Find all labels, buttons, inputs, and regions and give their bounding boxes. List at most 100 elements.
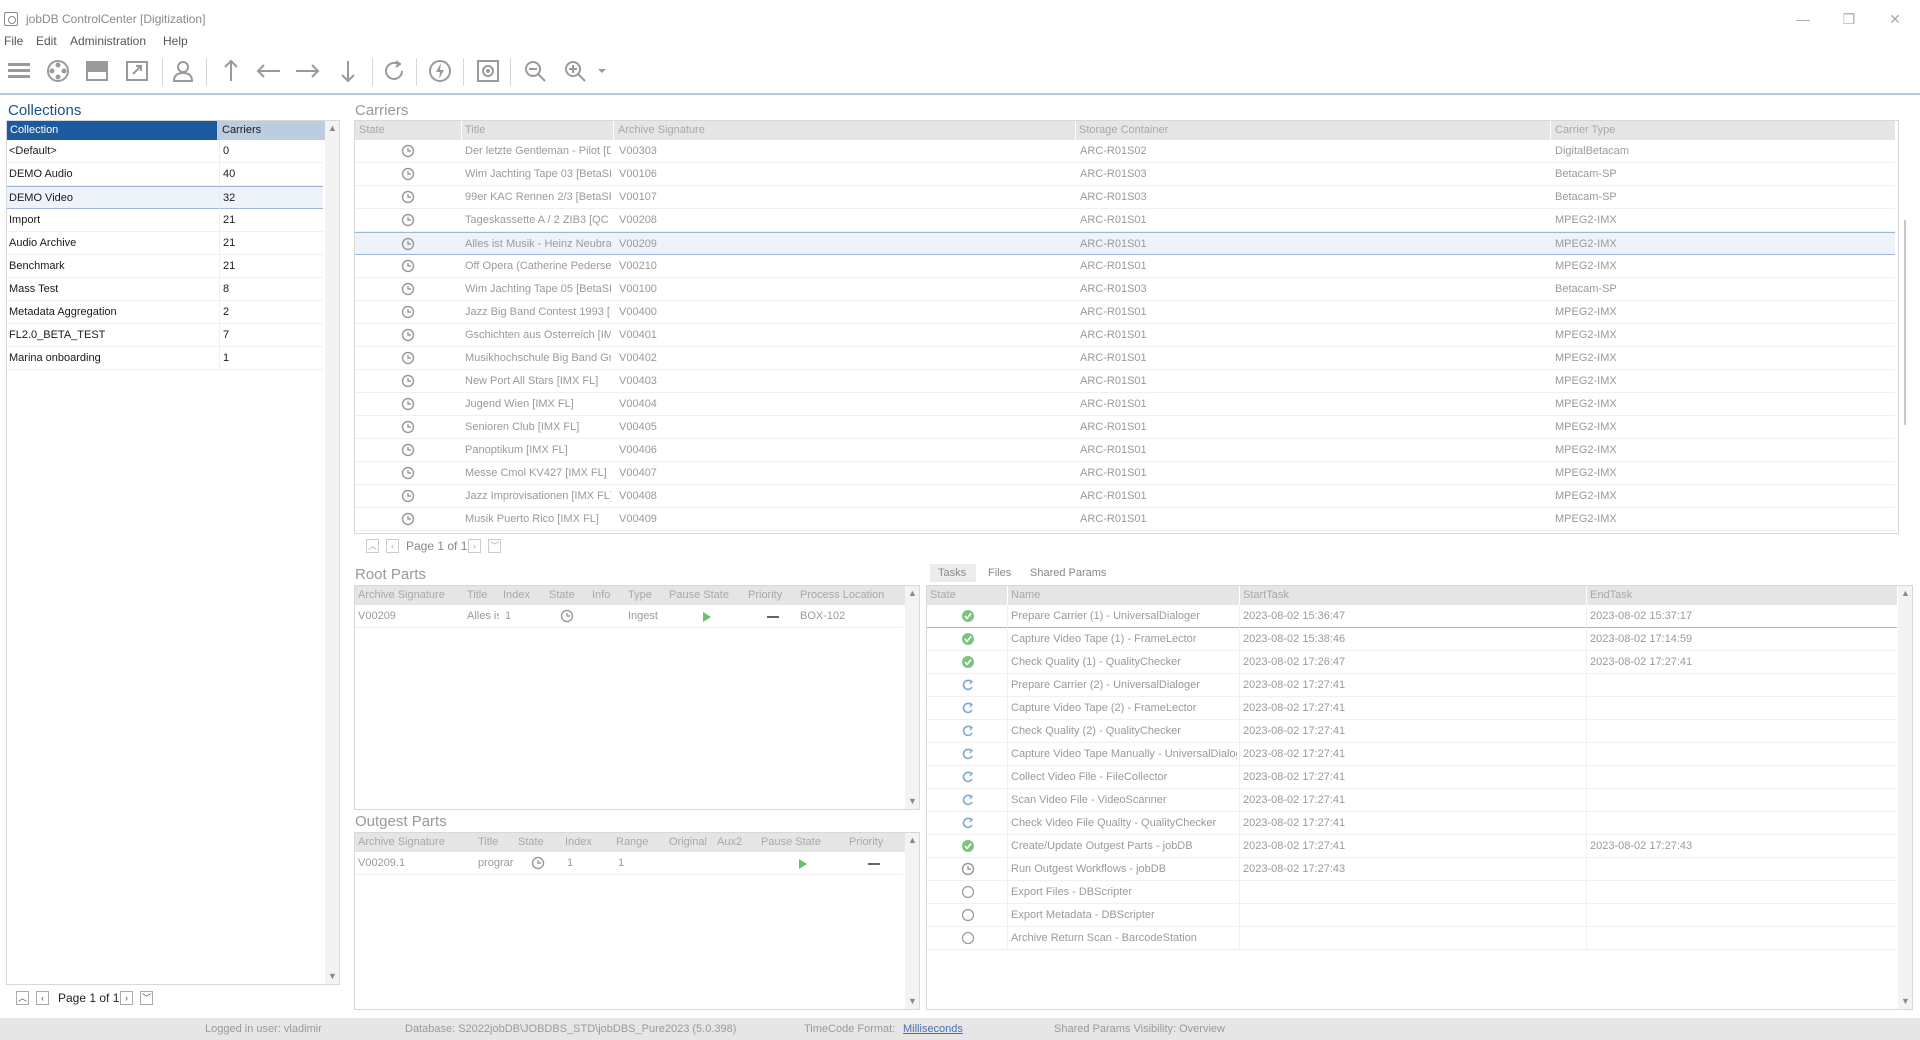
out-aux2-header[interactable]: Aux2 <box>717 836 742 848</box>
collection-row[interactable]: DEMO Audio 40 <box>7 163 323 186</box>
carrier-row[interactable]: Off Opera (Catherine Pedersen V00210 ARC-R… <box>355 255 1895 278</box>
tab-files[interactable]: Files <box>988 567 1011 579</box>
task-row[interactable]: Capture Video Tape (1) - FrameLector 2023… <box>927 628 1897 651</box>
task-row[interactable]: Check Video File Quality - QualityChecke… <box>927 812 1897 835</box>
root-scroll-down-icon[interactable]: ▼ <box>908 796 917 806</box>
collections-scrollbar[interactable]: ▲ ▼ <box>325 121 339 984</box>
scroll-down-arrow-icon[interactable]: ▼ <box>328 971 337 981</box>
play-icon[interactable] <box>796 857 810 871</box>
root-parts-scrollbar[interactable]: ▲ ▼ <box>905 586 919 809</box>
root-title-header[interactable]: Title <box>467 589 487 601</box>
task-row[interactable]: Check Quality (1) - QualityChecker 2023-0… <box>927 651 1897 674</box>
title-column-header[interactable]: Title <box>465 124 485 136</box>
pager-next-icon[interactable]: › <box>120 991 133 1005</box>
arrow-left-icon[interactable] <box>254 56 284 86</box>
menu-administration[interactable]: Administration <box>70 34 146 48</box>
carrier-row[interactable]: Jazz Improvisationen [IMX FL] V00408 ARC-R… <box>355 485 1895 508</box>
out-state-header[interactable]: State <box>518 836 544 848</box>
out-title-header[interactable]: Title <box>478 836 498 848</box>
tab-tasks[interactable]: Tasks <box>938 567 966 579</box>
task-row[interactable]: Scan Video File - VideoScanner 2023-08-02… <box>927 789 1897 812</box>
task-row[interactable]: Create/Update Outgest Parts - jobDB 2023-… <box>927 835 1897 858</box>
carrier-row[interactable]: Panoptikum [IMX FL] V00406 ARC-R01S01 MPEG2… <box>355 439 1895 462</box>
out-original-header[interactable]: Original <box>669 836 707 848</box>
minimize-button[interactable]: — <box>1780 8 1826 30</box>
task-name-header[interactable]: Name <box>1011 589 1040 601</box>
out-pause-header[interactable]: Pause State <box>761 836 821 848</box>
carrier-row[interactable]: Wim Jachting Tape 03 [BetaSP V00106 ARC-R0… <box>355 163 1895 186</box>
carriers-column-header[interactable]: Carriers <box>222 124 261 136</box>
reel-icon[interactable] <box>43 56 73 86</box>
carriers-pager-next-icon[interactable]: › <box>468 539 481 553</box>
collection-column-header[interactable]: Collection <box>7 121 217 140</box>
pager-first-icon[interactable]: ︿ <box>16 991 29 1005</box>
import-carrier-icon[interactable] <box>82 56 112 86</box>
menu-edit[interactable]: Edit <box>36 34 57 48</box>
carriers-pager-last-icon[interactable]: ﹀ <box>488 539 501 553</box>
task-start-header[interactable]: StartTask <box>1243 589 1289 601</box>
carrier-row[interactable]: Der letzte Gentleman - Pilot [Di V00303 AR… <box>355 140 1895 163</box>
task-row[interactable]: Prepare Carrier (1) - UniversalDialoger 2… <box>927 605 1897 628</box>
carrier-row[interactable]: Musik Puerto Rico [IMX FL] V00409 ARC-R01S… <box>355 508 1895 531</box>
root-scroll-up-icon[interactable]: ▲ <box>908 588 917 598</box>
out-range-header[interactable]: Range <box>616 836 648 848</box>
collection-row[interactable]: Audio Archive 21 <box>7 232 323 255</box>
search-icon[interactable] <box>520 56 550 86</box>
storage-container-column-header[interactable]: Storage Container <box>1079 124 1168 136</box>
scroll-up-arrow-icon[interactable]: ▲ <box>328 123 337 133</box>
maximize-button[interactable]: ❐ <box>1826 8 1872 30</box>
root-sig-header[interactable]: Archive Signature <box>358 589 445 601</box>
out-sig-header[interactable]: Archive Signature <box>358 836 445 848</box>
refresh-icon[interactable] <box>379 56 409 86</box>
tasks-scrollbar[interactable]: ▲ ▼ <box>1898 586 1912 1009</box>
task-row[interactable]: Capture Video Tape (2) - FrameLector 2023… <box>927 697 1897 720</box>
out-priority-header[interactable]: Priority <box>849 836 883 848</box>
archive-signature-column-header[interactable]: Archive Signature <box>618 124 705 136</box>
carrier-row[interactable]: Wim Jachting Tape 05 [BetaSP V00100 ARC-R0… <box>355 278 1895 301</box>
tab-shared-params[interactable]: Shared Params <box>1030 567 1106 579</box>
carrier-row[interactable]: Musikhochschule Big Band Graz V00402 ARC-R… <box>355 347 1895 370</box>
task-row[interactable]: Capture Video Tape Manually - UniversalD… <box>927 743 1897 766</box>
carrier-row[interactable]: Messe Cmol KV427 [IMX FL] V00407 ARC-R01S0… <box>355 462 1895 485</box>
menu-help[interactable]: Help <box>163 34 188 48</box>
out-scroll-down-icon[interactable]: ▼ <box>908 996 917 1006</box>
out-scroll-up-icon[interactable]: ▲ <box>908 835 917 845</box>
root-location-header[interactable]: Process Location <box>800 589 884 601</box>
list-view-icon[interactable] <box>4 56 34 86</box>
arrow-right-icon[interactable] <box>292 56 322 86</box>
root-part-row[interactable]: V00209 Alles is 1 Ingest BOX-102 <box>355 605 903 628</box>
root-info-header[interactable]: Info <box>592 589 610 601</box>
outgest-part-row[interactable]: V00209.1 prograr 1 1 <box>355 852 903 875</box>
zoom-icon[interactable] <box>560 56 590 86</box>
tasks-scroll-down-icon[interactable]: ▼ <box>1901 996 1910 1006</box>
task-row[interactable]: Check Quality (2) - QualityChecker 2023-0… <box>927 720 1897 743</box>
task-row[interactable]: Export Metadata - DBScripter <box>927 904 1897 927</box>
collection-row[interactable]: Benchmark 21 <box>7 255 323 278</box>
task-row[interactable]: Run Outgest Workflows - jobDB 2023-08-02 … <box>927 858 1897 881</box>
task-row[interactable]: Export Files - DBScripter <box>927 881 1897 904</box>
carrier-row[interactable]: Alles ist Musik - Heinz Neubranc V00209 AR… <box>355 232 1895 255</box>
arrow-up-icon[interactable] <box>216 56 246 86</box>
close-button[interactable]: ✕ <box>1872 8 1918 30</box>
collection-row[interactable]: DEMO Video 32 <box>7 186 323 210</box>
collection-row[interactable]: Metadata Aggregation 2 <box>7 301 323 324</box>
carrier-type-column-header[interactable]: Carrier Type <box>1555 124 1615 136</box>
collection-row[interactable]: Import 21 <box>7 209 323 232</box>
lightning-icon[interactable] <box>425 56 455 86</box>
carrier-row[interactable]: Jugend Wien [IMX FL] V00404 ARC-R01S01 MPEG… <box>355 393 1895 416</box>
menu-file[interactable]: File <box>4 34 23 48</box>
user-icon[interactable] <box>168 56 198 86</box>
root-type-header[interactable]: Type <box>628 589 652 601</box>
carrier-row[interactable]: Tageskassette A / 2 ZIB3 [QC V00208 ARC-R0… <box>355 209 1895 232</box>
root-index-header[interactable]: Index <box>503 589 530 601</box>
state-column-header[interactable]: State <box>359 124 385 136</box>
carrier-row[interactable]: New Port All Stars [IMX FL] V00403 ARC-R01… <box>355 370 1895 393</box>
root-priority-header[interactable]: Priority <box>748 589 782 601</box>
task-row[interactable]: Archive Return Scan - BarcodeStation <box>927 927 1897 950</box>
pager-prev-icon[interactable]: ‹ <box>36 991 49 1005</box>
collection-row[interactable]: Mass Test 8 <box>7 278 323 301</box>
carrier-row[interactable]: 99er KAC Rennen 2/3 [BetaSP V00107 ARC-R01… <box>355 186 1895 209</box>
play-icon[interactable] <box>700 610 714 624</box>
settings-panel-icon[interactable] <box>473 56 503 86</box>
outgest-parts-scrollbar[interactable]: ▲ ▼ <box>905 833 919 1009</box>
